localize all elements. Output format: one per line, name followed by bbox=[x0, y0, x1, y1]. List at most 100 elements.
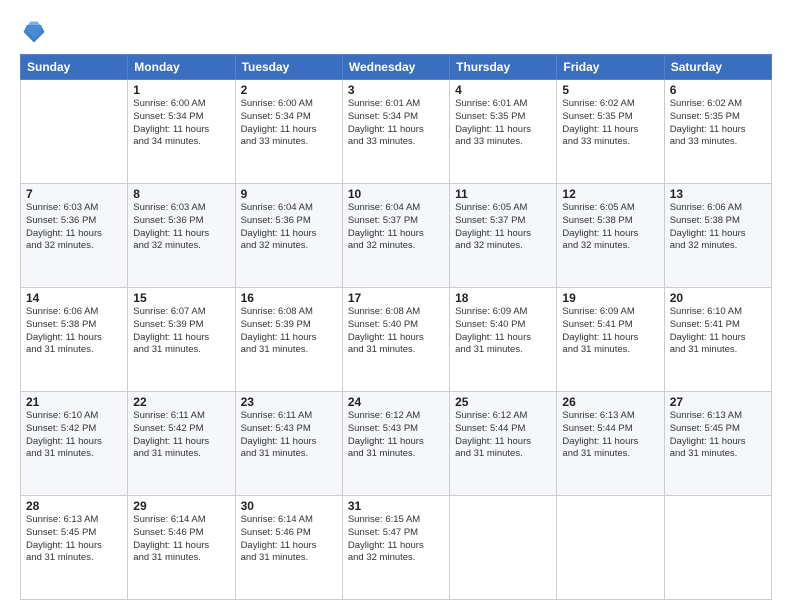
day-info: Sunrise: 6:11 AM Sunset: 5:42 PM Dayligh… bbox=[133, 410, 229, 461]
calendar-cell: 22Sunrise: 6:11 AM Sunset: 5:42 PM Dayli… bbox=[128, 392, 235, 496]
day-info: Sunrise: 6:14 AM Sunset: 5:46 PM Dayligh… bbox=[133, 514, 229, 565]
calendar-cell: 14Sunrise: 6:06 AM Sunset: 5:38 PM Dayli… bbox=[21, 288, 128, 392]
week-row-3: 21Sunrise: 6:10 AM Sunset: 5:42 PM Dayli… bbox=[21, 392, 772, 496]
day-info: Sunrise: 6:13 AM Sunset: 5:45 PM Dayligh… bbox=[670, 410, 766, 461]
header-row: SundayMondayTuesdayWednesdayThursdayFrid… bbox=[21, 55, 772, 80]
day-number: 18 bbox=[455, 291, 551, 305]
day-number: 21 bbox=[26, 395, 122, 409]
day-number: 24 bbox=[348, 395, 444, 409]
day-info: Sunrise: 6:13 AM Sunset: 5:45 PM Dayligh… bbox=[26, 514, 122, 565]
week-row-4: 28Sunrise: 6:13 AM Sunset: 5:45 PM Dayli… bbox=[21, 496, 772, 600]
calendar-cell: 9Sunrise: 6:04 AM Sunset: 5:36 PM Daylig… bbox=[235, 184, 342, 288]
day-info: Sunrise: 6:02 AM Sunset: 5:35 PM Dayligh… bbox=[670, 98, 766, 149]
col-header-sunday: Sunday bbox=[21, 55, 128, 80]
day-info: Sunrise: 6:03 AM Sunset: 5:36 PM Dayligh… bbox=[26, 202, 122, 253]
day-info: Sunrise: 6:01 AM Sunset: 5:34 PM Dayligh… bbox=[348, 98, 444, 149]
calendar-cell: 2Sunrise: 6:00 AM Sunset: 5:34 PM Daylig… bbox=[235, 80, 342, 184]
day-number: 8 bbox=[133, 187, 229, 201]
day-number: 16 bbox=[241, 291, 337, 305]
calendar-cell: 25Sunrise: 6:12 AM Sunset: 5:44 PM Dayli… bbox=[450, 392, 557, 496]
calendar-cell: 23Sunrise: 6:11 AM Sunset: 5:43 PM Dayli… bbox=[235, 392, 342, 496]
day-info: Sunrise: 6:04 AM Sunset: 5:36 PM Dayligh… bbox=[241, 202, 337, 253]
week-row-2: 14Sunrise: 6:06 AM Sunset: 5:38 PM Dayli… bbox=[21, 288, 772, 392]
day-info: Sunrise: 6:06 AM Sunset: 5:38 PM Dayligh… bbox=[26, 306, 122, 357]
day-number: 4 bbox=[455, 83, 551, 97]
calendar-cell: 21Sunrise: 6:10 AM Sunset: 5:42 PM Dayli… bbox=[21, 392, 128, 496]
logo bbox=[20, 18, 52, 46]
col-header-wednesday: Wednesday bbox=[342, 55, 449, 80]
day-info: Sunrise: 6:15 AM Sunset: 5:47 PM Dayligh… bbox=[348, 514, 444, 565]
week-row-1: 7Sunrise: 6:03 AM Sunset: 5:36 PM Daylig… bbox=[21, 184, 772, 288]
calendar-cell: 15Sunrise: 6:07 AM Sunset: 5:39 PM Dayli… bbox=[128, 288, 235, 392]
day-number: 10 bbox=[348, 187, 444, 201]
calendar-cell: 30Sunrise: 6:14 AM Sunset: 5:46 PM Dayli… bbox=[235, 496, 342, 600]
header bbox=[20, 18, 772, 46]
col-header-saturday: Saturday bbox=[664, 55, 771, 80]
day-number: 3 bbox=[348, 83, 444, 97]
calendar-cell: 3Sunrise: 6:01 AM Sunset: 5:34 PM Daylig… bbox=[342, 80, 449, 184]
day-info: Sunrise: 6:12 AM Sunset: 5:44 PM Dayligh… bbox=[455, 410, 551, 461]
calendar-cell bbox=[450, 496, 557, 600]
day-number: 31 bbox=[348, 499, 444, 513]
calendar-table: SundayMondayTuesdayWednesdayThursdayFrid… bbox=[20, 54, 772, 600]
calendar-cell: 5Sunrise: 6:02 AM Sunset: 5:35 PM Daylig… bbox=[557, 80, 664, 184]
day-number: 26 bbox=[562, 395, 658, 409]
calendar-cell: 19Sunrise: 6:09 AM Sunset: 5:41 PM Dayli… bbox=[557, 288, 664, 392]
day-number: 23 bbox=[241, 395, 337, 409]
calendar-cell: 27Sunrise: 6:13 AM Sunset: 5:45 PM Dayli… bbox=[664, 392, 771, 496]
calendar-cell: 18Sunrise: 6:09 AM Sunset: 5:40 PM Dayli… bbox=[450, 288, 557, 392]
day-number: 30 bbox=[241, 499, 337, 513]
day-info: Sunrise: 6:11 AM Sunset: 5:43 PM Dayligh… bbox=[241, 410, 337, 461]
day-number: 20 bbox=[670, 291, 766, 305]
col-header-friday: Friday bbox=[557, 55, 664, 80]
day-number: 6 bbox=[670, 83, 766, 97]
day-number: 27 bbox=[670, 395, 766, 409]
day-info: Sunrise: 6:08 AM Sunset: 5:39 PM Dayligh… bbox=[241, 306, 337, 357]
day-info: Sunrise: 6:01 AM Sunset: 5:35 PM Dayligh… bbox=[455, 98, 551, 149]
calendar-cell: 4Sunrise: 6:01 AM Sunset: 5:35 PM Daylig… bbox=[450, 80, 557, 184]
calendar-cell: 7Sunrise: 6:03 AM Sunset: 5:36 PM Daylig… bbox=[21, 184, 128, 288]
calendar-cell: 1Sunrise: 6:00 AM Sunset: 5:34 PM Daylig… bbox=[128, 80, 235, 184]
day-number: 22 bbox=[133, 395, 229, 409]
calendar-cell: 13Sunrise: 6:06 AM Sunset: 5:38 PM Dayli… bbox=[664, 184, 771, 288]
calendar-cell: 29Sunrise: 6:14 AM Sunset: 5:46 PM Dayli… bbox=[128, 496, 235, 600]
calendar-cell: 24Sunrise: 6:12 AM Sunset: 5:43 PM Dayli… bbox=[342, 392, 449, 496]
calendar-cell: 31Sunrise: 6:15 AM Sunset: 5:47 PM Dayli… bbox=[342, 496, 449, 600]
day-info: Sunrise: 6:00 AM Sunset: 5:34 PM Dayligh… bbox=[133, 98, 229, 149]
col-header-thursday: Thursday bbox=[450, 55, 557, 80]
day-number: 5 bbox=[562, 83, 658, 97]
col-header-tuesday: Tuesday bbox=[235, 55, 342, 80]
day-number: 19 bbox=[562, 291, 658, 305]
day-info: Sunrise: 6:13 AM Sunset: 5:44 PM Dayligh… bbox=[562, 410, 658, 461]
day-number: 1 bbox=[133, 83, 229, 97]
calendar-cell: 12Sunrise: 6:05 AM Sunset: 5:38 PM Dayli… bbox=[557, 184, 664, 288]
day-number: 14 bbox=[26, 291, 122, 305]
day-number: 13 bbox=[670, 187, 766, 201]
day-info: Sunrise: 6:09 AM Sunset: 5:41 PM Dayligh… bbox=[562, 306, 658, 357]
calendar-cell bbox=[557, 496, 664, 600]
calendar-cell: 17Sunrise: 6:08 AM Sunset: 5:40 PM Dayli… bbox=[342, 288, 449, 392]
calendar-cell: 26Sunrise: 6:13 AM Sunset: 5:44 PM Dayli… bbox=[557, 392, 664, 496]
calendar-cell: 20Sunrise: 6:10 AM Sunset: 5:41 PM Dayli… bbox=[664, 288, 771, 392]
calendar-cell bbox=[21, 80, 128, 184]
day-number: 9 bbox=[241, 187, 337, 201]
calendar-cell: 8Sunrise: 6:03 AM Sunset: 5:36 PM Daylig… bbox=[128, 184, 235, 288]
day-info: Sunrise: 6:09 AM Sunset: 5:40 PM Dayligh… bbox=[455, 306, 551, 357]
calendar-cell: 16Sunrise: 6:08 AM Sunset: 5:39 PM Dayli… bbox=[235, 288, 342, 392]
day-info: Sunrise: 6:10 AM Sunset: 5:41 PM Dayligh… bbox=[670, 306, 766, 357]
day-info: Sunrise: 6:10 AM Sunset: 5:42 PM Dayligh… bbox=[26, 410, 122, 461]
calendar-cell: 10Sunrise: 6:04 AM Sunset: 5:37 PM Dayli… bbox=[342, 184, 449, 288]
day-number: 25 bbox=[455, 395, 551, 409]
day-info: Sunrise: 6:12 AM Sunset: 5:43 PM Dayligh… bbox=[348, 410, 444, 461]
calendar-cell: 11Sunrise: 6:05 AM Sunset: 5:37 PM Dayli… bbox=[450, 184, 557, 288]
day-info: Sunrise: 6:07 AM Sunset: 5:39 PM Dayligh… bbox=[133, 306, 229, 357]
col-header-monday: Monday bbox=[128, 55, 235, 80]
day-info: Sunrise: 6:00 AM Sunset: 5:34 PM Dayligh… bbox=[241, 98, 337, 149]
day-info: Sunrise: 6:06 AM Sunset: 5:38 PM Dayligh… bbox=[670, 202, 766, 253]
day-number: 2 bbox=[241, 83, 337, 97]
week-row-0: 1Sunrise: 6:00 AM Sunset: 5:34 PM Daylig… bbox=[21, 80, 772, 184]
day-info: Sunrise: 6:05 AM Sunset: 5:38 PM Dayligh… bbox=[562, 202, 658, 253]
day-info: Sunrise: 6:14 AM Sunset: 5:46 PM Dayligh… bbox=[241, 514, 337, 565]
calendar-cell bbox=[664, 496, 771, 600]
day-number: 17 bbox=[348, 291, 444, 305]
